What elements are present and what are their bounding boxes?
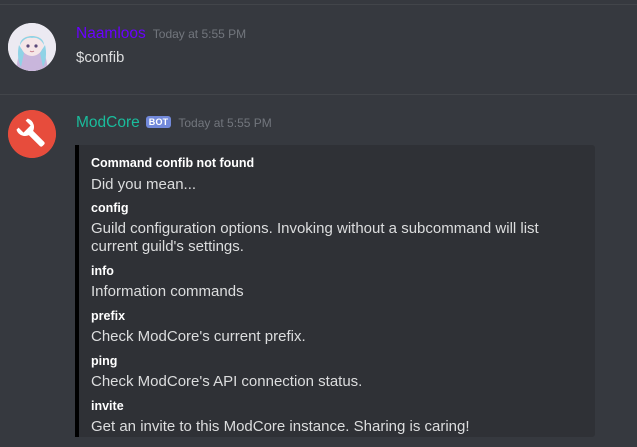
message-divider: [0, 94, 637, 95]
embed-field-value: Check ModCore's API connection status.: [91, 373, 363, 390]
embed-field-name: config: [91, 201, 129, 215]
embed-field-value: Information commands: [91, 283, 244, 300]
message-text: $confib: [76, 49, 125, 66]
timestamp: Today at 5:55 PM: [152, 27, 247, 41]
timestamp: Today at 5:55 PM: [178, 116, 272, 130]
user-avatar[interactable]: [8, 23, 56, 71]
embed-title: Command confib not found: [91, 156, 255, 170]
embed-field-value: Guild configuration options. Invoking wi…: [91, 220, 539, 255]
embed-field-name: info: [91, 264, 114, 278]
embed-field-name: ping: [91, 354, 118, 368]
bot-avatar[interactable]: [8, 110, 56, 158]
embed-description: Did you mean...: [91, 176, 197, 193]
top-divider: [0, 4, 637, 5]
embed-field-name: invite: [91, 399, 124, 413]
embed-field-value: Get an invite to this ModCore instance. …: [91, 418, 470, 435]
anime-avatar-icon: [8, 23, 56, 71]
embed-field-value: Check ModCore's current prefix.: [91, 328, 306, 345]
wrench-icon: [8, 110, 56, 158]
embed-field-name: prefix: [91, 309, 126, 323]
message-header: Naamloos Today at 5:55 PM: [76, 25, 246, 43]
bot-username[interactable]: ModCore: [76, 114, 140, 132]
message-header: ModCore BOT Today at 5:55 PM: [76, 114, 272, 132]
username[interactable]: Naamloos: [76, 25, 146, 43]
embed: Command confib not found Did you mean...…: [75, 145, 595, 437]
bot-tag: BOT: [145, 116, 172, 128]
